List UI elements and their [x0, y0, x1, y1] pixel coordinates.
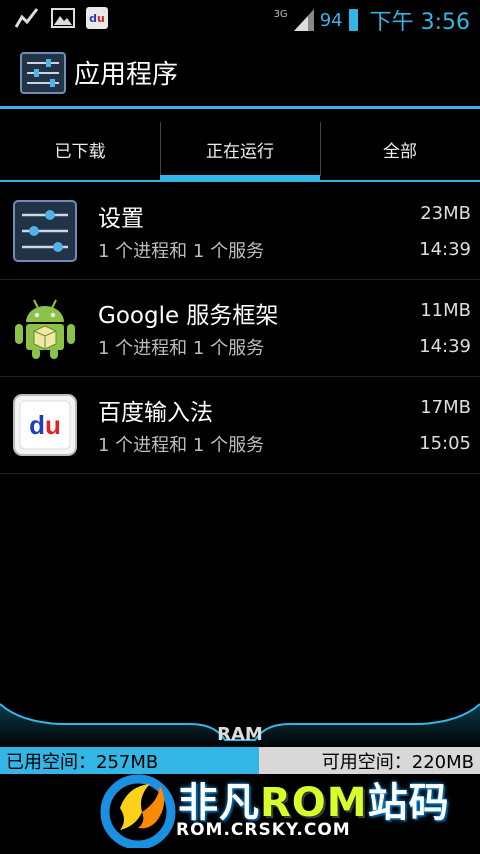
list-item[interactable]: du 百度输入法 1 个进程和 1 个服务 17MB 15:05 [0, 377, 480, 474]
status-bar: du 3G 94 下午 3:56 [0, 0, 480, 38]
watermark: 非凡ROM站码 ROM.CRSKY.COM [98, 768, 478, 854]
action-bar: 应用程序 [0, 38, 480, 108]
baidu-input-icon: du [12, 393, 78, 457]
app-process-info: 1 个进程和 1 个服务 [98, 435, 265, 456]
action-bar-divider [0, 106, 480, 109]
page-title: 应用程序 [74, 60, 179, 90]
app-name: Google 服务框架 [98, 303, 279, 329]
app-process-info: 1 个进程和 1 个服务 [98, 338, 265, 359]
image-icon [50, 6, 76, 30]
crsky-logo [100, 774, 176, 848]
app-run-time: 15:05 [419, 433, 471, 454]
tab-all[interactable]: 全部 [320, 118, 480, 180]
network-type: 3G [273, 8, 288, 20]
svg-text:du: du [29, 410, 61, 440]
baidu-input-icon: du [86, 7, 108, 29]
app-memory: 23MB [420, 203, 471, 224]
tab-running[interactable]: 正在运行 [160, 118, 320, 180]
app-memory: 17MB [420, 397, 471, 418]
ram-label: RAM [217, 724, 263, 745]
list-item[interactable]: 设置 1 个进程和 1 个服务 23MB 14:39 [0, 183, 480, 280]
tab-bar-divider [0, 180, 480, 182]
clock: 下午 3:56 [369, 10, 470, 35]
settings-sliders-icon[interactable] [20, 52, 66, 94]
signal-icon [293, 9, 314, 31]
app-process-info: 1 个进程和 1 个服务 [98, 241, 265, 262]
tab-downloaded[interactable]: 已下载 [0, 118, 160, 180]
activity-icon [14, 6, 40, 30]
app-run-time: 14:39 [419, 239, 471, 260]
app-run-time: 14:39 [419, 336, 471, 357]
system-status: 3G 94 下午 3:56 [274, 4, 470, 36]
android-robot-icon [12, 296, 78, 360]
notification-icons: du [14, 6, 108, 30]
watermark-url: ROM.CRSKY.COM [176, 820, 351, 840]
running-apps-list: 设置 1 个进程和 1 个服务 23MB 14:39 Google 服务框架 1… [0, 183, 480, 474]
app-name: 百度输入法 [98, 400, 213, 426]
battery-icon [348, 9, 358, 31]
app-memory: 11MB [420, 300, 471, 321]
battery-level: 94 [319, 9, 343, 31]
app-name: 设置 [98, 206, 144, 232]
tab-bar: 已下载 正在运行 全部 [0, 118, 480, 180]
list-item[interactable]: Google 服务框架 1 个进程和 1 个服务 11MB 14:39 [0, 280, 480, 377]
settings-sliders-icon [12, 199, 78, 263]
